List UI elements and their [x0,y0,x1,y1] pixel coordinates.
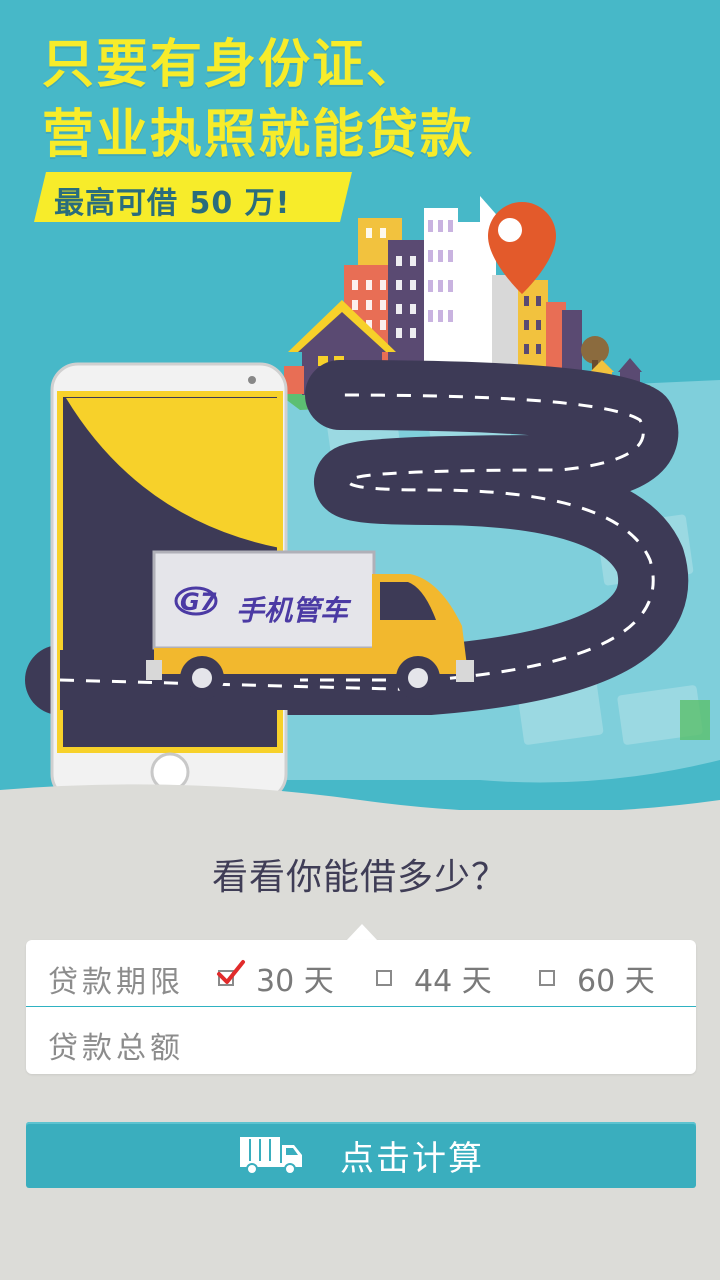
term-option-30[interactable]: 30 天 [217,958,334,999]
amount-label: 贷款总额 [48,1031,184,1066]
loan-form-card: 贷款期限 30 天 44 天 60 天 贷款总额 [26,940,696,1074]
checkbox-icon[interactable] [376,970,392,986]
term-label: 贷款期限 [48,965,184,1000]
calculate-button[interactable]: 点击计算 [26,1122,696,1188]
card-pointer [346,924,378,941]
hero-banner: 只要有身份证、 营业执照就能贷款 最高可借 50 万! G7 手机管车 [0,0,720,810]
truck-icon [240,1137,302,1175]
truck-logo: G7 [180,588,217,616]
term-option-44[interactable]: 44 天 [376,958,492,999]
truck-brand-text: 手机管车 [236,594,349,627]
page: 只要有身份证、 营业执照就能贷款 最高可借 50 万! G7 手机管车 看看你能… [0,0,720,1280]
row-divider [26,1006,696,1007]
term-option-60[interactable]: 60 天 [539,958,655,999]
calculate-button-label: 点击计算 [340,1138,484,1179]
term-option-label: 30 天 [256,964,334,999]
checkbox-icon[interactable] [539,970,555,986]
checkmark-icon [217,960,245,984]
checkbox-icon[interactable] [217,960,245,986]
question-title: 看看你能借多少？ [211,857,508,898]
term-option-label: 60 天 [577,964,655,999]
headline-line-2: 营业执照就能贷款 [42,105,475,165]
headline-line-1: 只要有身份证、 [42,35,421,95]
subbadge-text: 最高可借 50 万! [54,186,291,221]
term-option-label: 44 天 [414,964,492,999]
